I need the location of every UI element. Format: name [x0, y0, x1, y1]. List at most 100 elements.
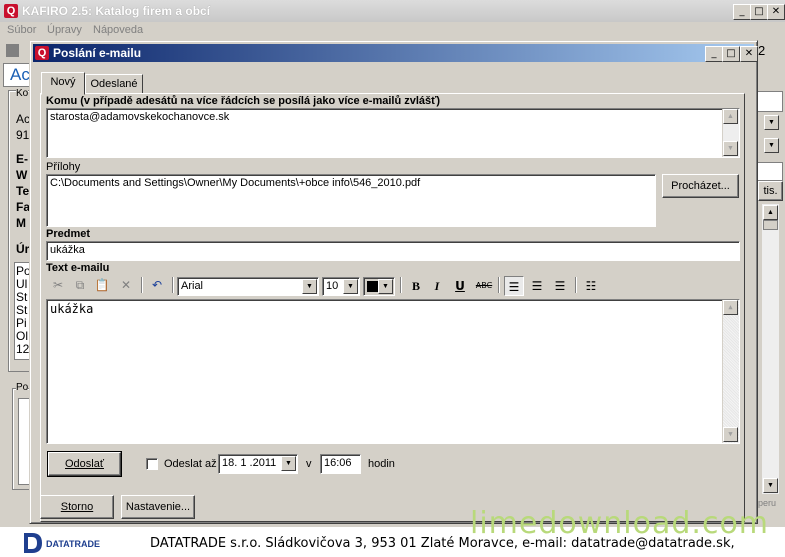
attachments-field[interactable]: C:\Documents and Settings\Owner\My Docum…: [46, 174, 656, 227]
scroll-thumb[interactable]: [763, 220, 778, 230]
menu-help[interactable]: Nápoveda: [93, 24, 143, 36]
body-value: ukážka: [50, 302, 94, 316]
settings-button[interactable]: Nastavenie...: [121, 495, 195, 519]
bg-right-button[interactable]: tis.: [758, 181, 783, 201]
watermark-text: limedownload.com: [470, 506, 770, 541]
main-menubar: Súbor Úpravy Nápoveda: [0, 22, 785, 40]
toolbar-separator: [575, 277, 577, 293]
tab-sent[interactable]: Odeslané: [85, 74, 143, 94]
close-icon[interactable]: ✕: [767, 4, 785, 20]
attachments-label: Přílohy: [46, 161, 81, 173]
body-scrollbar[interactable]: ▲ ▼: [722, 300, 739, 443]
scroll-up-icon[interactable]: ▲: [723, 109, 738, 124]
tab-new[interactable]: Nový: [41, 72, 85, 95]
bg-combo-arrow[interactable]: ▼: [764, 138, 779, 153]
color-swatch: [367, 281, 378, 292]
menu-edit[interactable]: Úpravy: [47, 24, 82, 36]
font-select[interactable]: Arial ▼: [177, 277, 319, 296]
scroll-up-icon[interactable]: ▲: [763, 205, 778, 220]
toolbar-separator: [498, 277, 500, 293]
color-select[interactable]: ▼: [363, 277, 395, 296]
font-value: Arial: [181, 280, 204, 292]
menu-file[interactable]: Súbor: [7, 24, 36, 36]
time-input[interactable]: 16:06: [320, 454, 361, 474]
toolbar-separator: [400, 277, 402, 293]
bg-label: Ul: [16, 277, 28, 291]
maximize-icon[interactable]: □: [750, 4, 768, 20]
bg-right-field: [756, 162, 783, 181]
delete-icon[interactable]: ✕: [116, 275, 136, 295]
bg-label: W: [16, 168, 28, 182]
main-titlebar: Q KAFIRO 2.5: Katalog firem a obcí _ □ ✕: [0, 0, 785, 22]
bg-right-number: 2: [758, 43, 766, 58]
undo-icon[interactable]: ↶: [147, 275, 167, 295]
dialog-maximize-icon[interactable]: □: [722, 46, 740, 62]
bullet-list-icon[interactable]: ☷: [581, 276, 601, 296]
scroll-down-icon[interactable]: ▼: [763, 478, 778, 493]
italic-icon[interactable]: I: [427, 276, 447, 296]
cut-icon[interactable]: ✂: [48, 275, 68, 295]
chevron-down-icon[interactable]: ▼: [343, 279, 358, 294]
bg-label: Fa: [16, 200, 31, 214]
send-later-label: Odeslat až: [164, 458, 217, 470]
cancel-button[interactable]: Storno: [40, 495, 114, 519]
datatrade-logo-icon: [24, 533, 42, 553]
bg-right-scrollbar[interactable]: ▲ ▼: [762, 204, 779, 494]
toolbar-square-icon: [6, 44, 19, 57]
dialog-minimize-icon[interactable]: _: [705, 46, 723, 62]
dialog-titlebar: Q Poslání e-mailu _ □ ✕: [33, 44, 758, 62]
bg-label: Pi: [16, 316, 27, 330]
attachments-value: C:\Documents and Settings\Owner\My Docum…: [50, 177, 421, 189]
strikethrough-icon[interactable]: ABC: [474, 276, 494, 296]
subject-input[interactable]: ukážka: [46, 241, 740, 261]
chevron-down-icon[interactable]: ▼: [281, 456, 296, 471]
scroll-down-icon[interactable]: ▼: [723, 427, 738, 442]
font-size-value: 10: [326, 280, 339, 292]
time-value: 16:06: [324, 457, 352, 469]
bg-label: Po: [16, 382, 29, 393]
bg-label: St: [16, 303, 28, 317]
bg-tab-label: Ac: [10, 65, 30, 84]
copy-icon[interactable]: ⧉: [70, 275, 90, 295]
at-label: v: [306, 458, 312, 470]
bold-icon[interactable]: B: [406, 276, 426, 296]
scroll-up-icon[interactable]: ▲: [723, 300, 738, 315]
align-left-icon[interactable]: ☰: [504, 276, 524, 296]
minimize-icon[interactable]: _: [733, 4, 751, 20]
font-size-select[interactable]: 10 ▼: [322, 277, 360, 296]
bg-combo-arrow[interactable]: ▼: [764, 115, 779, 130]
bg-label: St: [16, 290, 28, 304]
send-later-checkbox[interactable]: [146, 458, 158, 470]
bg-label: 12: [16, 342, 30, 356]
to-value: starosta@adamovskekochanovce.sk: [50, 111, 230, 123]
to-field[interactable]: starosta@adamovskekochanovce.sk ▲ ▼: [46, 108, 740, 158]
scroll-down-icon[interactable]: ▼: [723, 141, 738, 156]
dialog-logo-icon: Q: [35, 46, 49, 60]
bg-label: Te: [16, 184, 30, 198]
bg-label: 91: [16, 128, 30, 142]
paste-icon[interactable]: 📋: [92, 275, 112, 295]
align-right-icon[interactable]: ☰: [527, 276, 547, 296]
body-textarea[interactable]: ukážka ▲ ▼: [46, 299, 740, 444]
send-button[interactable]: Odoslať: [47, 451, 122, 477]
subject-value: ukážka: [50, 244, 85, 256]
subject-label: Predmet: [46, 228, 91, 240]
app-logo-icon: Q: [4, 4, 18, 18]
date-picker[interactable]: 18. 1 .2011 ▼: [218, 454, 298, 474]
browse-button[interactable]: Procházet...: [662, 174, 739, 198]
chevron-down-icon[interactable]: ▼: [302, 279, 317, 294]
underline-icon[interactable]: U: [450, 276, 470, 296]
to-scrollbar[interactable]: ▲ ▼: [722, 109, 739, 157]
tab-new-label: Nový: [50, 76, 76, 88]
main-window-title: KAFIRO 2.5: Katalog firem a obcí: [22, 4, 211, 18]
chevron-down-icon[interactable]: ▼: [378, 279, 393, 294]
align-center-icon[interactable]: ☰: [550, 276, 570, 296]
bg-label: Ko: [16, 88, 29, 99]
dialog-close-icon[interactable]: ✕: [740, 46, 758, 62]
bg-label: Úr: [16, 242, 30, 256]
bg-right-field: [756, 91, 783, 112]
active-tab-fragment[interactable]: Ac: [3, 63, 31, 87]
to-label: Komu (v případě adesátů na více řádcích …: [46, 95, 441, 107]
bg-label: Ol: [16, 329, 28, 343]
toolbar-separator: [172, 277, 174, 293]
